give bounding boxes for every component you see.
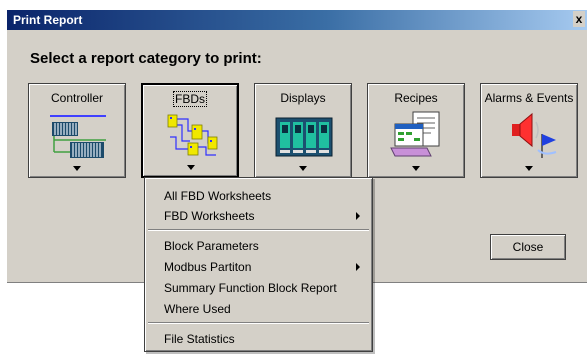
category-label: FBDs (173, 91, 207, 107)
chevron-down-icon (73, 166, 81, 171)
menu-separator (148, 229, 369, 231)
controller-rack-icon (50, 115, 106, 158)
menu-item-all-fbd-worksheets[interactable]: All FBD Worksheets (147, 186, 370, 206)
menu-item-file-statistics[interactable]: File Statistics (147, 329, 370, 349)
menu-item-label: All FBD Worksheets (164, 189, 272, 203)
menu-item-label: Block Parameters (164, 239, 259, 253)
chevron-down-icon (412, 166, 420, 171)
window-title: Print Report (13, 13, 83, 27)
displays-panel-icon (275, 117, 333, 157)
menu-item-fbd-worksheets[interactable]: FBD Worksheets (147, 206, 370, 226)
menu-item-label: FBD Worksheets (164, 209, 255, 223)
recipes-document-icon (390, 111, 440, 157)
page-title: Select a report category to print: (30, 50, 262, 67)
close-button[interactable]: Close (490, 234, 566, 260)
category-label: Alarms & Events (484, 91, 574, 105)
submenu-arrow-icon (356, 263, 360, 271)
category-label: Recipes (394, 91, 438, 105)
menu-item-block-parameters[interactable]: Block Parameters (147, 236, 370, 256)
chevron-down-icon (299, 166, 307, 171)
category-button-displays[interactable]: Displays (254, 83, 352, 178)
category-button-controller[interactable]: Controller (28, 83, 126, 178)
menu-item-modbus-partition[interactable]: Modbus Partiton (147, 257, 370, 277)
menu-separator (148, 322, 369, 324)
menu-item-label: Modbus Partiton (164, 260, 252, 274)
chevron-down-icon (187, 165, 195, 170)
category-label: Controller (50, 91, 104, 105)
menu-item-summary-function-block-report[interactable]: Summary Function Block Report (147, 278, 370, 298)
category-label: Displays (280, 91, 326, 105)
category-button-recipes[interactable]: Recipes (367, 83, 465, 178)
alarm-speaker-flag-icon (512, 112, 557, 158)
fbd-diagram-icon (167, 114, 218, 156)
window-close-icon[interactable]: x (573, 11, 585, 27)
menu-item-where-used[interactable]: Where Used (147, 299, 370, 319)
menu-item-label: Where Used (164, 302, 231, 316)
title-bar[interactable]: Print Report x (7, 10, 587, 30)
category-button-alarms-events[interactable]: Alarms & Events (480, 83, 578, 178)
chevron-down-icon (525, 166, 533, 171)
menu-item-label: Summary Function Block Report (164, 281, 337, 295)
category-button-fbds[interactable]: FBDs (141, 83, 239, 178)
submenu-arrow-icon (356, 212, 360, 220)
fbd-report-menu: All FBD Worksheets FBD Worksheets Block … (144, 177, 373, 352)
menu-item-label: File Statistics (164, 332, 235, 346)
